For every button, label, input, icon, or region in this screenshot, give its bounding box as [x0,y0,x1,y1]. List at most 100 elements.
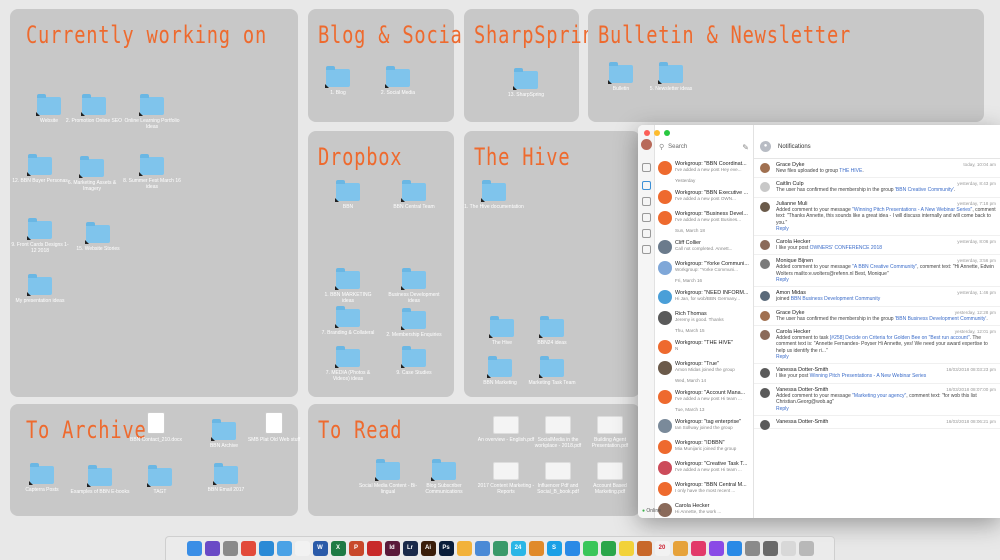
calendar-icon[interactable] [294,541,310,556]
folder[interactable]: Online Learning Portfolio Ideas [122,94,182,130]
compose-icon[interactable]: ✎ [742,143,749,152]
notification-link[interactable]: "A BBN Creative Community" [852,264,917,270]
folder[interactable]: 1. BBN MARKETING ideas [318,268,378,304]
powerpoint-icon[interactable]: P [348,541,364,556]
notifications-icon[interactable] [642,181,651,190]
notification-item[interactable]: Vanessa Dotter-Smith 16/03/2018 08:07:00 … [754,384,1000,416]
conversation-item[interactable]: Cliff Collier Call not completed. Annett.… [655,236,753,257]
reply-link[interactable]: Reply [776,406,996,412]
conversation-item[interactable]: Workgroup: "THE HIVE" N [655,336,753,357]
folder[interactable]: 1. The Hive documentation [464,180,524,210]
conversation-item[interactable]: Workgroup: "IDBBN" Mia Munijaric joined t… [655,436,753,457]
drive-icon[interactable] [474,541,490,556]
notification-item[interactable]: Grace Dyke yesterday, 12:28 pm The user ha… [754,307,1000,327]
folder[interactable]: 7. Branding & Collateral [318,306,378,336]
conversation-item[interactable]: Workgroup: "NEED INFORM... Hi Jan, for wo… [655,286,753,307]
conversation-item[interactable]: Workgroup: "BBN Central M... I only have … [655,478,753,499]
conversation-item[interactable]: Workgroup: "Account Mana... I've added a … [655,386,753,407]
lightroom-icon[interactable]: Lr [402,541,418,556]
notification-link[interactable]: 'BBN Business Development Community' [895,316,986,322]
photoshop-icon[interactable]: Ps [438,541,454,556]
folder[interactable]: 12. BBN Buyer Personas [10,154,70,184]
screenshot-icon[interactable] [762,541,778,556]
app-icon[interactable] [492,541,508,556]
folder[interactable]: Marketing Task Team [522,356,582,386]
cloud-icon[interactable] [456,541,472,556]
close-button[interactable] [644,130,650,136]
folder[interactable]: My presentation ideas [10,274,70,304]
music-icon[interactable] [690,541,706,556]
document[interactable]: Account Based Marketing.pdf [580,462,640,495]
notification-item[interactable]: Caitlin Culp yesterday, 8:43 pm The user h… [754,178,1000,198]
notification-item[interactable]: Monique Bijnen yesterday, 3:56 pm Added co… [754,255,1000,288]
notes-icon[interactable] [618,541,634,556]
notification-link[interactable]: THE HIVE [839,168,862,174]
messenger-icon[interactable]: 24 [510,541,526,556]
search-input[interactable]: Search [668,144,742,150]
conversation-item[interactable]: Carola Hecker Hi Annette, the work ... [655,499,753,518]
folder[interactable]: TAGT [130,465,190,495]
folder[interactable]: Blog Subscriber Communications [414,459,474,495]
notification-item[interactable]: Grace Dyke today, 10:04 am New files uploa… [754,159,1000,179]
folder[interactable]: 13. SharpSpring [496,68,556,98]
online-status[interactable]: Online [642,508,660,514]
excel-icon[interactable]: X [330,541,346,556]
book-icon[interactable] [636,541,652,556]
zoom-icon[interactable] [564,541,580,556]
notification-item[interactable]: Carola Hecker yesterday, 12:01 pm Added co… [754,326,1000,365]
folder[interactable]: Business Development ideas [384,268,444,304]
folder[interactable]: 7. MEDIA (Photos & Videos) ideas [318,346,378,382]
conversation-item[interactable]: Workgroup: "Business Devel... I've added … [655,207,753,228]
chrome-icon[interactable] [240,541,256,556]
notification-link[interactable]: [#258] Decide on Criteria for Golden Bee… [830,335,970,341]
folder[interactable]: BBN Email 2017 [196,463,256,493]
folder[interactable]: Examples of BBN E-books [70,465,130,495]
safari-icon[interactable] [258,541,274,556]
notification-link[interactable]: OWNERS' CONFERENCE 2018 [810,245,882,251]
folder[interactable]: 1. Blog [308,66,368,96]
folder[interactable]: 2. Membership Enquiries [384,308,444,338]
mail-icon[interactable] [276,541,292,556]
notification-link[interactable]: Winning Pitch Presentations - A New Webi… [810,373,927,379]
conversation-item[interactable]: Workgroup: "BBN Executive ... I've added … [655,186,753,207]
preferences-icon[interactable] [744,541,760,556]
conversation-item[interactable]: Workgroup: "BBN Coordinat... I've added a… [655,157,753,178]
skype-icon[interactable]: S [546,541,562,556]
conversation-item[interactable]: Workgroup: "Creative Task T... I've added… [655,457,753,478]
notification-item[interactable]: Carola Hecker yesterday, 8:06 pm I like yo… [754,236,1000,256]
document[interactable]: Influencer Pdf and Social_B_book.pdf [528,462,588,495]
pdf-icon[interactable] [366,541,382,556]
folder[interactable]: BBN Marketing [470,356,530,386]
document[interactable]: An overview - English.pdf [476,416,536,443]
notification-link[interactable]: "Winning Pitch Presentations - A New Web… [852,207,972,213]
messenger-window[interactable]: ⚲ Search ✎ Workgroup: "BBN Coordinat... I… [638,125,1000,518]
notification-link[interactable]: "Marketing your agency" [852,393,906,399]
settings-icon[interactable] [642,213,651,222]
itunes-icon[interactable] [708,541,724,556]
word-icon[interactable]: W [312,541,328,556]
downloads-icon[interactable] [780,541,796,556]
folder[interactable]: BBN [318,180,378,210]
appstore-icon[interactable] [726,541,742,556]
notification-item[interactable]: Vanessa Dotter-Smith 16/03/2018 08:06:21 … [754,416,1000,430]
folder[interactable]: 9. Case Studies [384,346,444,376]
finder-icon[interactable] [186,541,202,556]
calendar-icon[interactable] [642,229,651,238]
document[interactable]: Building Agent Presentation.pdf [580,416,640,449]
folder[interactable]: 2. Promotion Online SEO [64,94,124,124]
reply-link[interactable]: Reply [776,226,996,232]
reply-link[interactable]: Reply [776,354,996,360]
trash-icon[interactable] [798,541,814,556]
conversation-item[interactable]: Workgroup: "tag enterprise" Ian Sollway j… [655,415,753,436]
tasks-icon[interactable] [642,245,651,254]
conversation-item[interactable]: Workgroup: "True" Amon Midas joined the g… [655,357,753,378]
date-icon[interactable]: 20 [654,541,670,556]
folder[interactable]: Social Media Content - Bi-lingual [358,459,418,495]
notification-link[interactable]: BBN Business Development Community [791,296,880,302]
document[interactable]: 2017 Content Marketing - Reports [476,462,536,495]
notification-item[interactable]: Vanessa Dotter-Smith 16/03/2018 08:03:23 … [754,364,1000,384]
facetime-icon[interactable] [600,541,616,556]
reply-link[interactable]: Reply [776,277,996,283]
siri-icon[interactable] [204,541,220,556]
folder[interactable]: Capterra Posts [12,463,72,493]
